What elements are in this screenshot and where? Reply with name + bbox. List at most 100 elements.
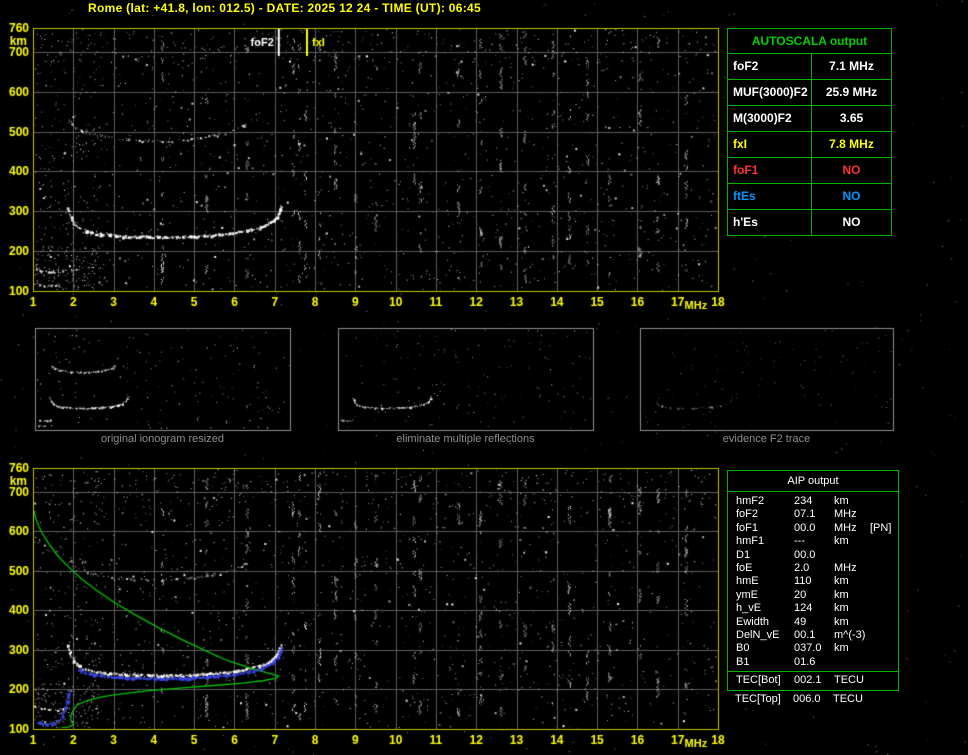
autoscala-row-label: h'Es — [728, 210, 812, 235]
aip-unit: MHz — [834, 522, 870, 535]
aip-note — [870, 642, 898, 655]
autoscala-row-label: M(3000)F2 — [728, 106, 812, 131]
aip-note — [870, 575, 898, 588]
aip-unit — [834, 549, 870, 562]
aip-value: 07.1 — [794, 508, 834, 521]
aip-value: 20 — [794, 589, 834, 602]
aip-note — [870, 508, 898, 521]
aip-value: 110 — [794, 575, 834, 588]
aip-label: TEC[Top] — [735, 693, 793, 706]
aip-value: 00.0 — [794, 549, 834, 562]
aip-note — [870, 674, 898, 687]
aip-unit: MHz — [834, 562, 870, 575]
autoscala-row: h'EsNO — [728, 210, 891, 235]
station-title: Rome (lat: +41.8, lon: 012.5) - DATE: 20… — [88, 1, 481, 15]
aip-table-box: AIP output hmF2234kmfoF207.1MHzfoF100.0M… — [727, 470, 899, 691]
aip-row: B0037.0km — [728, 642, 898, 655]
autoscala-row: ftEsNO — [728, 184, 891, 210]
aip-label: DelN_vE — [736, 629, 794, 642]
aip-value: 002.1 — [794, 674, 834, 687]
autoscala-row-value: 3.65 — [812, 106, 891, 131]
aip-note — [870, 656, 898, 669]
autoscala-row: fxI7.8 MHz — [728, 132, 891, 158]
aip-note: [PN] — [870, 522, 898, 535]
aip-row: TEC[Bot]002.1TECU — [728, 674, 898, 687]
aip-row: ymE20km — [728, 589, 898, 602]
aip-note — [870, 562, 898, 575]
aip-label: foF2 — [736, 508, 794, 521]
aip-unit: km — [834, 575, 870, 588]
aip-label: h_vE — [736, 602, 794, 615]
aip-unit: km — [834, 535, 870, 548]
aip-table-header: AIP output — [728, 471, 898, 492]
aip-row: foE2.0MHz — [728, 562, 898, 575]
thumbnail-caption-eliminate-reflections: eliminate multiple reflections — [338, 433, 593, 445]
aip-value: 01.6 — [794, 656, 834, 669]
autoscala-row: MUF(3000)F225.9 MHz — [728, 80, 891, 106]
autoscala-row-value: 25.9 MHz — [812, 80, 891, 105]
aip-label: hmE — [736, 575, 794, 588]
aip-value: 037.0 — [794, 642, 834, 655]
aip-label: foE — [736, 562, 794, 575]
autoscala-row-value: NO — [812, 210, 891, 235]
aip-unit: km — [834, 616, 870, 629]
aip-label: hmF2 — [736, 495, 794, 508]
autoscala-row-label: MUF(3000)F2 — [728, 80, 812, 105]
aip-value: 006.0 — [793, 693, 833, 706]
aip-tec-bot-row: TEC[Bot]002.1TECU — [728, 671, 898, 689]
aip-unit: km — [834, 602, 870, 615]
aip-value: 00.1 — [794, 629, 834, 642]
autoscala-table: AUTOSCALA output foF27.1 MHzMUF(3000)F22… — [727, 28, 892, 236]
aip-note — [870, 495, 898, 508]
autoscala-row-value: NO — [812, 184, 891, 209]
autoscala-row: foF1NO — [728, 158, 891, 184]
aip-note — [870, 535, 898, 548]
aip-row: h_vE124km — [728, 602, 898, 615]
aip-value: --- — [794, 535, 834, 548]
aip-row: B101.6 — [728, 656, 898, 669]
aip-unit: km — [834, 589, 870, 602]
aip-unit: km — [834, 642, 870, 655]
aip-row: hmE110km — [728, 575, 898, 588]
aip-row: hmF1---km — [728, 535, 898, 548]
aip-row: hmF2234km — [728, 495, 898, 508]
autoscala-table-header: AUTOSCALA output — [728, 29, 891, 54]
aip-table: AIP output hmF2234kmfoF207.1MHzfoF100.0M… — [727, 470, 899, 708]
aip-note — [870, 589, 898, 602]
aip-unit: TECU — [834, 674, 870, 687]
aip-tec-top-row: TEC[Top]006.0TECU — [727, 691, 899, 708]
aip-note — [870, 602, 898, 615]
aip-row: TEC[Top]006.0TECU — [727, 693, 899, 706]
aip-label: D1 — [736, 549, 794, 562]
autoscala-table-body: foF27.1 MHzMUF(3000)F225.9 MHzM(3000)F23… — [728, 54, 891, 235]
aip-note — [870, 616, 898, 629]
aip-row: foF100.0MHz[PN] — [728, 522, 898, 535]
autoscala-row-value: 7.8 MHz — [812, 132, 891, 157]
aip-note — [869, 693, 899, 706]
thumbnail-caption-original: original ionogram resized — [35, 433, 290, 445]
autoscala-app-window: Rome (lat: +41.8, lon: 012.5) - DATE: 20… — [0, 0, 968, 755]
aip-label: TEC[Bot] — [736, 674, 794, 687]
autoscala-row: M(3000)F23.65 — [728, 106, 891, 132]
aip-note — [870, 549, 898, 562]
aip-row: DelN_vE00.1m^(-3) — [728, 629, 898, 642]
aip-value: 234 — [794, 495, 834, 508]
aip-label: B0 — [736, 642, 794, 655]
aip-value: 00.0 — [794, 522, 834, 535]
aip-label: Ewidth — [736, 616, 794, 629]
aip-table-body: hmF2234kmfoF207.1MHzfoF100.0MHz[PN]hmF1-… — [728, 492, 898, 671]
aip-unit — [834, 656, 870, 669]
aip-unit: MHz — [834, 508, 870, 521]
autoscala-row-value: NO — [812, 158, 891, 183]
autoscala-row-label: ftEs — [728, 184, 812, 209]
thumbnail-caption-evidence-f2: evidence F2 trace — [640, 433, 893, 445]
aip-label: hmF1 — [736, 535, 794, 548]
aip-row: D100.0 — [728, 549, 898, 562]
aip-label: B1 — [736, 656, 794, 669]
aip-unit: km — [834, 495, 870, 508]
aip-unit: TECU — [833, 693, 869, 706]
aip-unit: m^(-3) — [834, 629, 870, 642]
aip-row: foF207.1MHz — [728, 508, 898, 521]
autoscala-row-value: 7.1 MHz — [812, 54, 891, 79]
aip-value: 124 — [794, 602, 834, 615]
